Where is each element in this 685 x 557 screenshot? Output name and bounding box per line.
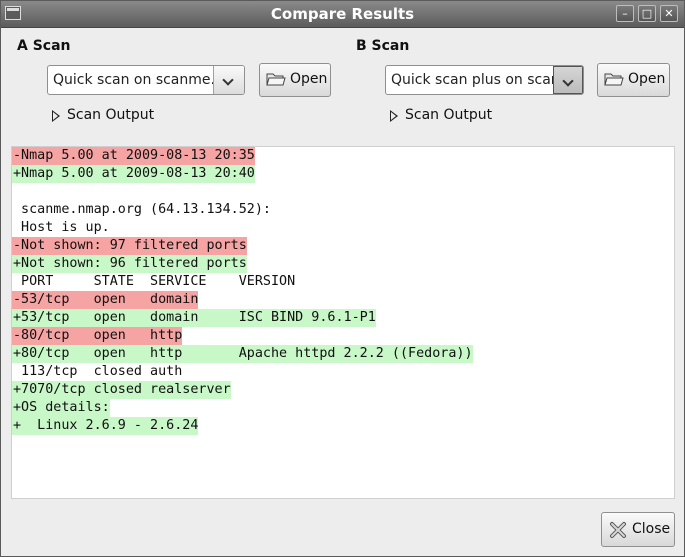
close-button[interactable]: Close: [601, 512, 675, 547]
diff-line-added: + Linux 2.6.9 - 2.6.24: [12, 417, 199, 435]
diff-line: PORT STATE SERVICE VERSION: [13, 274, 296, 289]
diff-line-removed: -80/tcp open http: [12, 327, 183, 345]
a-scan-selector[interactable]: Quick scan on scanme.i: [47, 65, 245, 95]
diff-line: 113/tcp closed auth: [13, 364, 183, 379]
b-scan-output-label: Scan Output: [405, 107, 493, 123]
diff-line: Host is up.: [13, 220, 110, 235]
folder-open-icon: [266, 73, 286, 86]
close-window-button[interactable]: ✕: [660, 5, 678, 22]
diff-line-removed: -53/tcp open domain: [12, 291, 199, 309]
b-scan-open-button[interactable]: Open: [597, 63, 670, 97]
a-scan-selected-value: Quick scan on scanme.i: [53, 72, 219, 88]
diff-line-added: +Nmap 5.00 at 2009-08-13 20:40: [12, 165, 255, 183]
close-x-icon: [610, 522, 626, 538]
close-label: Close: [632, 521, 671, 537]
a-scan-output-expander[interactable]: Scan Output: [52, 107, 212, 125]
diff-line-added: +80/tcp open http Apache httpd 2.2.2 ((F…: [12, 345, 473, 363]
diff-line: scanme.nmap.org (64.13.134.52):: [13, 202, 271, 217]
chevron-down-icon[interactable]: [553, 66, 583, 94]
diff-line-added: +OS details:: [12, 399, 110, 417]
diff-line-removed: -Not shown: 97 filtered ports: [12, 237, 247, 255]
folder-open-icon: [604, 73, 624, 86]
chevron-down-icon[interactable]: [213, 66, 244, 94]
minimize-button[interactable]: –: [616, 5, 634, 22]
window-title: Compare Results: [270, 5, 415, 23]
diff-line-removed: -Nmap 5.00 at 2009-08-13 20:35: [12, 147, 255, 165]
maximize-button[interactable]: □: [638, 5, 656, 22]
diff-text-view[interactable]: -Nmap 5.00 at 2009-08-13 20:35 +Nmap 5.00…: [11, 146, 675, 499]
expander-arrow-icon: [390, 110, 398, 122]
diff-line: [12, 183, 13, 201]
diff-line-added: +Not shown: 96 filtered ports: [12, 255, 247, 273]
a-scan-label: A Scan: [17, 38, 71, 54]
b-scan-selector[interactable]: Quick scan plus on scar: [385, 65, 584, 95]
a-scan-open-button[interactable]: Open: [259, 63, 331, 97]
b-scan-output-expander[interactable]: Scan Output: [390, 107, 550, 125]
b-scan-label: B Scan: [356, 38, 410, 54]
title-bar[interactable]: Compare Results – □ ✕: [1, 1, 684, 28]
diff-line-added: +7070/tcp closed realserver: [12, 381, 231, 399]
b-scan-selected-value: Quick scan plus on scar: [391, 72, 557, 88]
open-label: Open: [290, 71, 328, 87]
diff-line-added: +53/tcp open domain ISC BIND 9.6.1-P1: [12, 309, 376, 327]
a-scan-output-label: Scan Output: [67, 107, 155, 123]
open-label: Open: [628, 71, 666, 87]
compare-results-window: Compare Results – □ ✕ A Scan Quick scan …: [0, 0, 685, 557]
expander-arrow-icon: [52, 110, 60, 122]
